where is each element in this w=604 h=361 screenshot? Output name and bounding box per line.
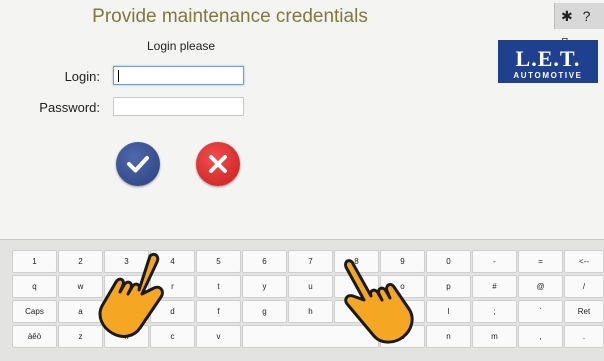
key[interactable]: #	[472, 275, 517, 298]
status-area: ✱ ?▯	[554, 3, 604, 50]
pointing-hand-icon	[98, 252, 164, 338]
key[interactable]: /	[564, 275, 604, 298]
key[interactable]: 6	[242, 250, 287, 273]
checkmark-icon	[127, 156, 149, 173]
let-automotive-logo: L.E.T. AUTOMOTIVE	[498, 40, 598, 83]
svg-text:L.E.T.: L.E.T.	[516, 46, 581, 71]
cancel-button[interactable]	[196, 142, 240, 186]
key[interactable]: g	[242, 300, 287, 323]
page-title: Provide maintenance credentials	[92, 6, 368, 27]
key[interactable]: t	[196, 275, 241, 298]
login-label: Login:	[64, 69, 100, 84]
key[interactable]: -	[472, 250, 517, 273]
key[interactable]: 5	[196, 250, 241, 273]
key[interactable]: f	[196, 300, 241, 323]
caps-key[interactable]: Caps	[12, 300, 57, 323]
key[interactable]: y	[242, 275, 287, 298]
return-key[interactable]: Ret	[564, 300, 604, 323]
password-label: Password:	[39, 100, 100, 115]
backspace-key[interactable]: <--	[564, 250, 604, 273]
svg-text:AUTOMOTIVE: AUTOMOTIVE	[513, 71, 582, 80]
password-input[interactable]	[113, 97, 244, 116]
key[interactable]: u	[288, 275, 333, 298]
key[interactable]: v	[196, 325, 241, 348]
key[interactable]: l	[426, 300, 471, 323]
title-bar: Provide maintenance credentials ✱ ?▯	[0, 0, 604, 50]
pointing-hand-icon	[344, 259, 414, 344]
bluetooth-icon: ✱	[561, 8, 573, 24]
login-prompt: Login please	[147, 39, 216, 53]
key[interactable]: p	[426, 275, 471, 298]
key[interactable]: n	[426, 325, 471, 348]
ok-button[interactable]	[116, 142, 160, 186]
key[interactable]: h	[288, 300, 333, 323]
key[interactable]: 7	[288, 250, 333, 273]
key[interactable]: =	[518, 250, 563, 273]
key[interactable]: 0	[426, 250, 471, 273]
on-screen-keyboard: 1 2 3 4 5 6 7 8 9 0 - = <-- q w e r t y …	[0, 239, 604, 361]
close-icon	[209, 155, 227, 173]
key[interactable]: `	[518, 300, 563, 323]
key[interactable]: ;	[472, 300, 517, 323]
key[interactable]: q	[12, 275, 57, 298]
key[interactable]: m	[472, 325, 517, 348]
accents-key[interactable]: àêö	[12, 325, 57, 348]
key[interactable]: 1	[12, 250, 57, 273]
login-input[interactable]	[113, 66, 244, 85]
key[interactable]: .	[564, 325, 604, 348]
key[interactable]: ,	[518, 325, 563, 348]
text-caret	[118, 70, 119, 82]
key[interactable]: @	[518, 275, 563, 298]
